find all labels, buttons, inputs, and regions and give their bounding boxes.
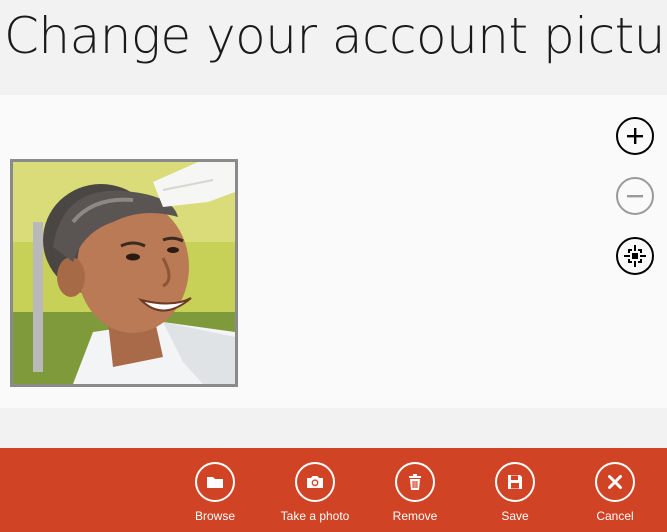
save-ring — [495, 462, 535, 502]
crop-target-icon — [624, 245, 646, 267]
browse-label: Browse — [194, 509, 235, 523]
account-photo-image — [13, 162, 235, 384]
take-photo-label: Take a photo — [280, 509, 350, 523]
folder-icon — [207, 477, 223, 488]
cancel-button[interactable]: Cancel — [565, 462, 665, 528]
take-photo-ring — [295, 462, 335, 502]
take-photo-button[interactable]: Take a photo — [265, 462, 365, 528]
account-picture[interactable] — [10, 159, 238, 387]
plus-icon — [627, 128, 643, 144]
account-picture-screen: Change your account picture Browse Take … — [0, 0, 667, 532]
crop-fit-button[interactable] — [616, 237, 654, 275]
save-label: Save — [501, 509, 529, 523]
remove-label: Remove — [392, 509, 438, 523]
zoom-in-button[interactable] — [616, 117, 654, 155]
trash-icon — [409, 474, 421, 490]
close-icon — [608, 475, 622, 489]
cancel-label: Cancel — [596, 509, 634, 523]
remove-ring — [395, 462, 435, 502]
remove-button[interactable]: Remove — [365, 462, 465, 528]
browse-button[interactable]: Browse — [165, 462, 265, 528]
page-title: Change your account picture — [4, 7, 667, 65]
browse-ring — [195, 462, 235, 502]
minus-icon — [627, 195, 643, 198]
app-bar: Browse Take a photo Remove Save Cancel — [0, 448, 667, 532]
save-icon — [508, 475, 522, 489]
zoom-out-button[interactable] — [616, 177, 654, 215]
cancel-ring — [595, 462, 635, 502]
save-button[interactable]: Save — [465, 462, 565, 528]
camera-icon — [307, 476, 323, 488]
